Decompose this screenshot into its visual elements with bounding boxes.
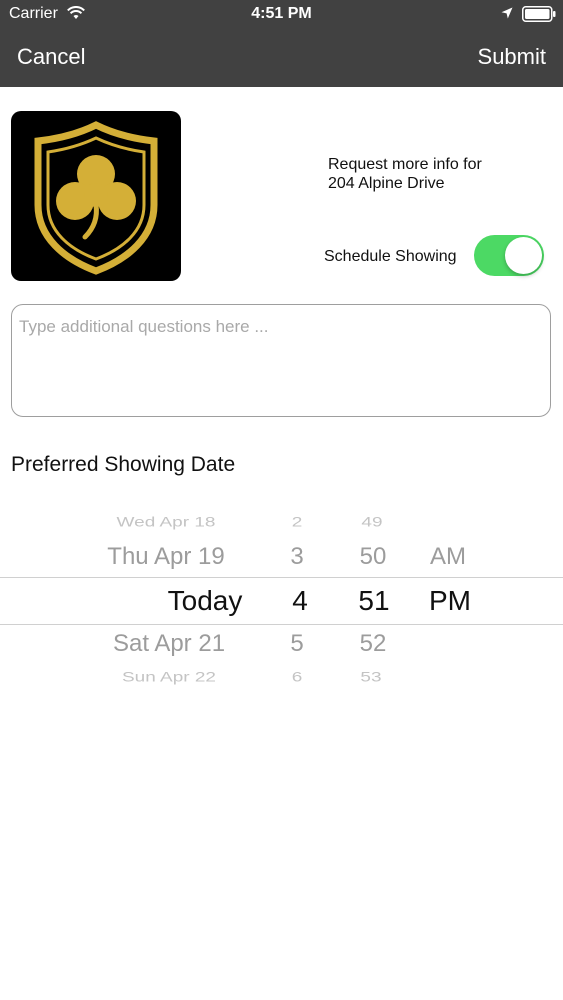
picker-date[interactable]: Sun Apr 22: [122, 670, 216, 686]
picker-date-selected[interactable]: Today: [168, 585, 243, 617]
picker-minute[interactable]: 50: [360, 543, 387, 571]
picker-hour[interactable]: 2: [292, 515, 303, 531]
submit-button[interactable]: Submit: [478, 44, 546, 70]
preferred-showing-date-title: Preferred Showing Date: [11, 453, 236, 476]
cancel-button[interactable]: Cancel: [17, 44, 85, 70]
picker-period[interactable]: AM: [430, 543, 466, 571]
picker-hour[interactable]: 6: [292, 670, 303, 686]
picker-minute[interactable]: 49: [361, 515, 382, 531]
header: Carrier 4:51 PM Cancel Submit: [0, 0, 563, 87]
picker-hour-selected[interactable]: 4: [292, 585, 308, 617]
screen: Carrier 4:51 PM Cancel Submit Request mo…: [0, 0, 563, 1000]
battery-icon: [522, 6, 556, 22]
schedule-showing-toggle[interactable]: [474, 235, 544, 276]
picker-hour[interactable]: 3: [290, 543, 303, 571]
request-info-line: Request more info for: [328, 156, 482, 173]
listing-address: 204 Alpine Drive: [328, 175, 445, 192]
picker-date[interactable]: Thu Apr 19: [107, 543, 224, 571]
location-arrow-icon: [501, 7, 513, 19]
picker-minute-selected[interactable]: 51: [358, 585, 389, 617]
date-time-picker[interactable]: Wed Apr 18 Thu Apr 19 Today Sat Apr 21 Sun A…: [0, 505, 563, 695]
request-info: Request more info for 204 Alpine Drive: [328, 155, 548, 193]
picker-date[interactable]: Wed Apr 18: [117, 515, 216, 531]
toggle-knob: [505, 237, 542, 274]
status-time: 4:51 PM: [251, 5, 312, 22]
picker-selection-bottom-line: [0, 624, 563, 625]
status-bar: Carrier 4:51 PM: [0, 0, 563, 30]
additional-questions-input[interactable]: [11, 304, 551, 417]
schedule-showing-label: Schedule Showing: [324, 248, 457, 265]
picker-minute[interactable]: 52: [360, 630, 387, 658]
picker-period-selected[interactable]: PM: [429, 585, 471, 617]
picker-minute[interactable]: 53: [360, 670, 381, 686]
picker-date[interactable]: Sat Apr 21: [113, 630, 225, 658]
shamrock-shield-logo: [11, 111, 181, 281]
picker-selection-top-line: [0, 577, 563, 578]
picker-hour[interactable]: 5: [290, 630, 303, 658]
